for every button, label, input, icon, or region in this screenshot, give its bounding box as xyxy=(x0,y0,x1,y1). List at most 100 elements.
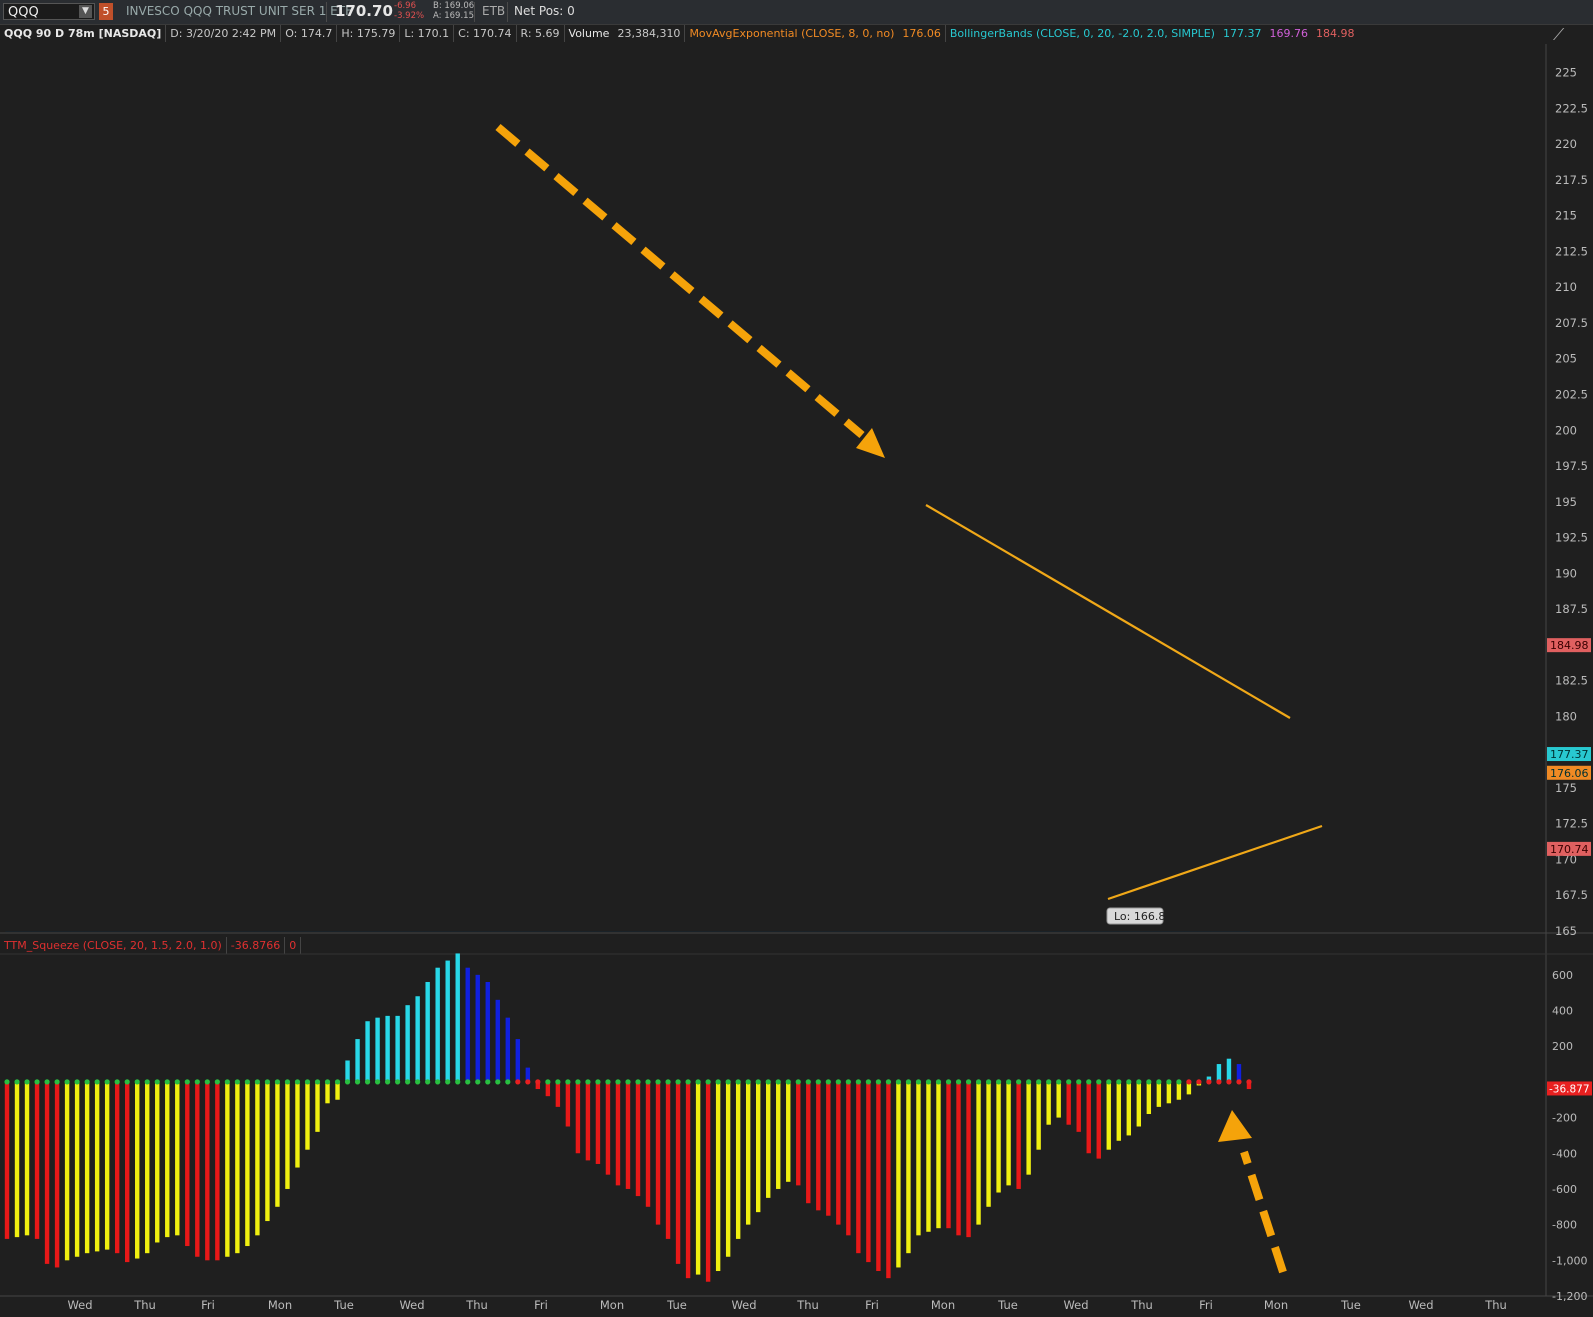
chevron-down-icon[interactable]: ▼ xyxy=(79,5,92,18)
volume-bar xyxy=(136,730,150,932)
squeeze-bar xyxy=(1036,1081,1041,1150)
divider xyxy=(474,2,475,22)
price-tick-label: 195 xyxy=(1555,495,1577,509)
bb-label[interactable]: BollingerBands (CLOSE, 0, 20, -2.0, 2.0,… xyxy=(946,25,1219,42)
squeeze-bar xyxy=(675,1081,681,1264)
candle-body xyxy=(478,172,489,224)
volume-bar xyxy=(581,658,595,932)
volume-bar xyxy=(922,604,936,932)
candle-body xyxy=(1147,794,1157,818)
squeeze-bar xyxy=(265,1081,270,1222)
volume-bar xyxy=(765,598,779,932)
price-tag xyxy=(1547,765,1591,780)
squeeze-arrow-head xyxy=(1218,1110,1252,1142)
symbol-input[interactable]: QQQ ▼ xyxy=(3,3,95,20)
annotations: Lo: 166.8 xyxy=(495,123,1323,1274)
squeeze-bar xyxy=(345,1060,350,1082)
volume-bar xyxy=(752,610,766,932)
candle-body xyxy=(112,172,122,181)
squeeze-bar xyxy=(124,1081,130,1263)
squeeze-bar xyxy=(1206,1076,1212,1082)
squeeze-label[interactable]: TTM_Squeeze (CLOSE, 20, 1.5, 2.0, 1.0) xyxy=(0,937,227,954)
squeeze-bar xyxy=(94,1081,100,1252)
squeeze-dot xyxy=(965,1079,972,1085)
squeeze-dot xyxy=(985,1079,992,1085)
squeeze-bar xyxy=(756,1081,761,1213)
volume-bar xyxy=(31,770,45,932)
squeeze-dot xyxy=(645,1079,651,1085)
squeeze-bar xyxy=(535,1081,541,1090)
squeeze-dot xyxy=(1136,1079,1142,1085)
candle-body xyxy=(125,179,135,188)
volume-bar xyxy=(843,688,857,932)
squeeze-dot xyxy=(334,1079,341,1085)
support-trendline xyxy=(1107,824,1323,901)
squeeze-dot xyxy=(304,1079,311,1085)
volume-bar xyxy=(372,614,386,932)
time-tick-label: Wed xyxy=(1063,1298,1088,1312)
volume-bar xyxy=(1223,506,1237,932)
time-tick-label: Tue xyxy=(997,1298,1018,1312)
candle-body xyxy=(544,215,554,224)
chart-title[interactable]: QQQ 90 D 78m [NASDAQ] xyxy=(0,25,167,42)
squeeze-bar xyxy=(906,1081,911,1254)
price-chart[interactable]: Lo: 166.8 225 222.5 220 217.5 215 212.5 210 207… xyxy=(0,0,1593,1317)
volume-bar xyxy=(267,570,281,932)
volume-bar xyxy=(201,630,216,932)
candle-body xyxy=(950,680,960,717)
price-tick-label: 205 xyxy=(1555,352,1577,366)
squeeze-dot xyxy=(134,1079,140,1085)
squeeze-bar xyxy=(946,1081,951,1229)
volume-label[interactable]: Volume xyxy=(565,25,614,42)
squeeze-bar xyxy=(725,1081,731,1257)
squeeze-bar xyxy=(385,1015,390,1082)
volume-bar xyxy=(1184,492,1198,932)
squeeze-dot xyxy=(435,1079,441,1085)
candle-body xyxy=(1002,694,1013,782)
price-tick-label: 192.5 xyxy=(1555,531,1588,545)
squeeze-dot xyxy=(204,1079,210,1085)
squeeze-bar xyxy=(545,1081,551,1097)
ema-label[interactable]: MovAvgExponential (CLOSE, 8, 0, no) xyxy=(685,25,898,42)
candle-body xyxy=(321,250,332,274)
squeeze-dot xyxy=(425,1079,431,1085)
bb-upper-value: 184.98 xyxy=(1315,27,1355,40)
top-toolbar: QQQ ▼ 5 INVESCO QQQ TRUST UNIT SER 1 ETF … xyxy=(0,0,1593,25)
squeeze-bar xyxy=(695,1081,701,1275)
price-tag-label: 177.37 xyxy=(1550,748,1589,761)
volume-bar xyxy=(1040,564,1054,932)
volume-bar xyxy=(241,738,255,932)
bb-upper-line xyxy=(11,51,1245,667)
bb-lower-value: 169.76 xyxy=(1269,27,1308,40)
volume-bar xyxy=(18,670,32,932)
candle-body xyxy=(1042,751,1052,846)
price-tick-label: 167.5 xyxy=(1555,888,1588,902)
axes xyxy=(0,44,1593,1297)
time-tick-label: Wed xyxy=(731,1298,756,1312)
candle-body xyxy=(46,150,56,171)
squeeze-dot xyxy=(154,1079,160,1085)
chart-header: QQQ 90 D 78m [NASDAQ] D: 3/20/20 2:42 PM O… xyxy=(0,25,1358,42)
squeeze-flag: 0 xyxy=(285,937,302,954)
volume-bar xyxy=(175,790,189,932)
squeeze-bar xyxy=(966,1081,971,1238)
link-group-button[interactable]: 5 xyxy=(99,3,113,20)
price-tick-label: 182.5 xyxy=(1555,674,1588,688)
squeeze-dot xyxy=(354,1079,361,1085)
divider xyxy=(326,2,327,22)
change-value: -6.96 xyxy=(394,1,416,11)
volume-bar xyxy=(254,610,268,932)
candle-body xyxy=(374,172,384,202)
squeeze-dot xyxy=(955,1079,962,1085)
candle-body xyxy=(1160,794,1170,798)
squeeze-bar xyxy=(395,1015,400,1082)
time-tick-label: Wed xyxy=(399,1298,424,1312)
squeeze-bar xyxy=(195,1081,200,1257)
price-tick-label: 197.5 xyxy=(1555,459,1588,473)
squeeze-dot xyxy=(855,1079,861,1085)
squeeze-dot xyxy=(74,1079,80,1085)
volume-bar xyxy=(1158,498,1172,932)
volume-bar xyxy=(1132,490,1146,932)
squeeze-bar xyxy=(275,1081,280,1207)
squeeze-dot xyxy=(725,1079,731,1085)
